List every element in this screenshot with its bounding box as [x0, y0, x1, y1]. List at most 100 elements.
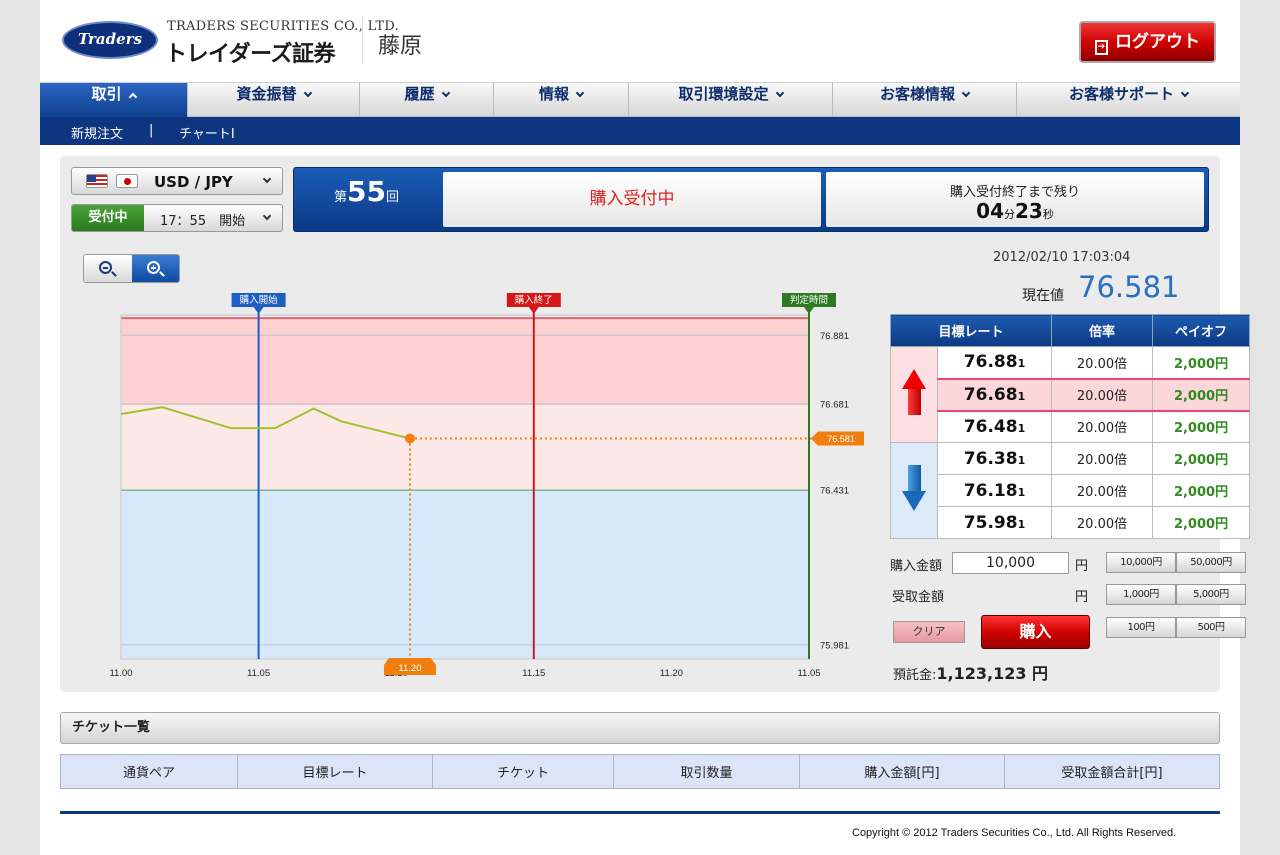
- footer-divider: [60, 811, 1220, 814]
- company-name-jp: トレイダーズ証券: [165, 42, 336, 67]
- round-number-value: 55: [347, 175, 386, 208]
- amount-label: 購入金額: [890, 559, 943, 574]
- rate-cell: 76.881: [936, 346, 1053, 379]
- nav-item-trade[interactable]: 取引: [40, 83, 188, 118]
- remaining-time: 04分23秒: [826, 200, 1204, 222]
- x-tick-label: 11.00: [109, 668, 132, 679]
- sub-nav: 新規注文 | チャートI: [40, 117, 1240, 145]
- remaining-minutes: 04: [976, 199, 1004, 223]
- payoff-cell: 2,000円: [1152, 442, 1251, 475]
- logout-icon: ➔: [1095, 40, 1108, 55]
- ticket-col-quantity: 取引数量: [613, 754, 800, 789]
- remaining-time-box: 購入受付終了まで残り 04分23秒: [826, 172, 1204, 227]
- rate-cell: 76.481: [936, 410, 1053, 443]
- rate-row[interactable]: 76.481 20.00倍 2,000円: [891, 410, 1251, 443]
- current-price-tag-label: 76.581: [827, 434, 855, 444]
- remaining-label: 購入受付終了まで残り: [949, 185, 1080, 200]
- chevron-down-icon: [1180, 88, 1190, 98]
- y-tick-label: 76.431: [820, 486, 849, 497]
- nav-label: 取引環境設定: [678, 85, 769, 103]
- payoff-cell: 2,000円: [1152, 346, 1251, 379]
- rate-row[interactable]: 75.981 20.00倍 2,000円: [891, 506, 1251, 539]
- buy-button[interactable]: 購入: [981, 615, 1090, 649]
- time-marker-label: 購入終了: [515, 294, 553, 306]
- page: Traders TRADERS SECURITIES CO., LTD. トレイ…: [40, 0, 1251, 855]
- company-name-en: TRADERS SECURITIES CO., LTD.: [167, 19, 400, 34]
- rate-row[interactable]: 76.181 20.00倍 2,000円: [891, 474, 1251, 507]
- nav-item-customer-info[interactable]: お客様情報: [833, 83, 1017, 118]
- current-time-tag-label: 11.20: [398, 663, 421, 674]
- x-tick-label: 11.05: [797, 668, 820, 679]
- mid-high-zone-band: [121, 404, 809, 491]
- x-tick-label: 11.20: [660, 668, 683, 679]
- currency-pair-select[interactable]: USD / JPY: [71, 167, 283, 195]
- chevron-down-icon: [262, 174, 272, 184]
- ticket-col-pair: 通貨ペア: [60, 754, 238, 789]
- nav-item-history[interactable]: 履歴: [360, 83, 494, 118]
- clear-button[interactable]: クリア: [893, 621, 965, 643]
- deposit-value: 1,123,123 円: [936, 664, 1049, 683]
- time-marker-label: 判定時間: [790, 294, 828, 306]
- round-status-badge: 受付中: [72, 205, 144, 231]
- chevron-down-icon: [575, 88, 585, 98]
- deposit: 預託金:1,123,123 円: [893, 660, 1048, 684]
- nav-label: お客様情報: [879, 85, 955, 103]
- deposit-label: 預託金:: [893, 668, 937, 683]
- remaining-seconds: 23: [1015, 199, 1043, 223]
- x-tick-label: 11.15: [522, 668, 545, 679]
- ticket-list-header: チケット一覧: [60, 712, 1220, 744]
- col-header-multiplier: 倍率: [1051, 314, 1154, 347]
- quick-amount-button[interactable]: 500円: [1176, 617, 1246, 638]
- payoff-cell: 2,000円: [1152, 506, 1251, 539]
- price-chart: 76.88176.68176.43175.98111.0011.0511.101…: [109, 293, 864, 679]
- payoff-cell: 2,000円: [1152, 474, 1251, 507]
- low-direction: [890, 442, 938, 539]
- col-header-target-rate: 目標レート: [889, 314, 1053, 347]
- nav-item-support[interactable]: お客様サポート: [1017, 83, 1240, 118]
- round-suffix: 回: [385, 190, 399, 205]
- amount-yen-unit: 円: [1075, 559, 1089, 574]
- rate-cell: 76.681: [936, 377, 1053, 412]
- subnav-new-order[interactable]: 新規注文: [71, 123, 123, 142]
- quick-amount-button[interactable]: 100円: [1106, 617, 1176, 638]
- company-logo[interactable]: Traders: [62, 21, 158, 59]
- purchase-amount-input[interactable]: [952, 552, 1069, 574]
- quick-amount-button[interactable]: 50,000円: [1176, 552, 1246, 573]
- y-tick-label: 76.881: [820, 331, 849, 342]
- round-select[interactable]: 受付中 17：55 開始: [71, 204, 283, 232]
- us-flag-icon: [86, 174, 108, 188]
- main-nav: 取引 資金振替 履歴 情報 取引環境設定 お客様情報 お客様サポート: [40, 82, 1240, 118]
- nav-label: 履歴: [404, 85, 435, 103]
- rate-row-selected[interactable]: 76.681 20.00倍 2,000円: [891, 377, 1251, 412]
- zoom-in-button[interactable]: [132, 255, 179, 282]
- ticket-col-ticket: チケット: [432, 754, 614, 789]
- quick-amount-button[interactable]: 10,000円: [1106, 552, 1176, 573]
- chevron-down-icon: [775, 88, 784, 98]
- nav-item-transfer[interactable]: 資金振替: [188, 83, 360, 118]
- nav-item-settings[interactable]: 取引環境設定: [629, 83, 833, 118]
- round-number: 第55回: [294, 168, 439, 231]
- rate-row[interactable]: 76.381 20.00倍 2,000円: [890, 442, 1251, 539]
- currency-pair-value: USD / JPY: [154, 173, 233, 191]
- time-marker-label: 購入開始: [240, 294, 279, 306]
- arrow-up-icon: [901, 368, 927, 417]
- high-zone-band: [121, 318, 809, 405]
- rate-row[interactable]: 76.881 20.00倍 2,000円: [890, 346, 1251, 443]
- receive-yen-unit: 円: [1075, 590, 1089, 605]
- quick-amount-button[interactable]: 1,000円: [1106, 584, 1176, 605]
- nav-label: お客様サポート: [1068, 85, 1174, 103]
- current-price-value: 76.581: [1078, 270, 1180, 304]
- quick-amount-button[interactable]: 5,000円: [1176, 584, 1246, 605]
- logout-button[interactable]: ➔ ログアウト: [1079, 21, 1216, 63]
- x-tick-label: 11.05: [247, 668, 270, 679]
- nav-item-info[interactable]: 情報: [494, 83, 629, 118]
- chevron-down-icon: [961, 88, 971, 98]
- zoom-out-button[interactable]: [84, 255, 132, 282]
- header: Traders TRADERS SECURITIES CO., LTD. トレイ…: [40, 0, 1240, 82]
- subnav-chart[interactable]: チャートI: [179, 123, 235, 142]
- japan-flag-icon: [116, 174, 138, 188]
- high-direction: [890, 346, 938, 443]
- receive-label: 受取金額: [892, 590, 945, 605]
- round-info-bar: 第55回 購入受付中 購入受付終了まで残り 04分23秒: [293, 167, 1209, 232]
- low-zone-band: [121, 490, 809, 659]
